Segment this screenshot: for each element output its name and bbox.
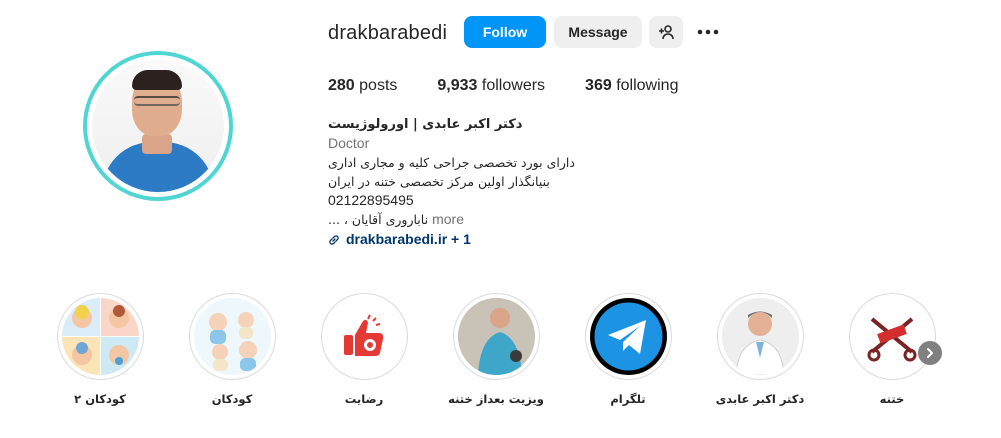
highlight-label: کودکان ۲ [74,392,126,406]
bio-line-1: دارای بورد تخصصی جراحی کلیه و مجاری ادار… [328,155,575,170]
highlight-ring [188,293,276,380]
follow-button[interactable]: Follow [464,16,546,48]
highlight-item[interactable]: دکتر اکبر عابدی [705,293,815,406]
highlight-item[interactable]: ویزیت بعداز ختنه [441,293,551,406]
bio-line-3: ناباروری آقایان ، ... [328,212,429,227]
profile-stats: 280 posts 9,933 followers 369 following [328,77,718,95]
bio-more-link[interactable]: more [432,211,464,227]
posts-count: 280 [328,77,355,94]
avatar-photo [92,60,224,192]
babies-illustration-icon [193,298,271,375]
highlights-next-button[interactable] [918,341,942,365]
bio-link-extra: + 1 [451,231,471,247]
highlight-item[interactable]: کودکان ۲ [45,293,155,406]
add-user-icon [659,25,674,40]
babies-collage-icon [61,298,139,375]
suggested-users-button[interactable] [649,16,683,48]
following-stat[interactable]: 369 following [585,77,678,95]
highlight-label: ختنه [879,392,905,406]
highlight-label: دکتر اکبر عابدی [715,392,805,406]
highlight-label: کودکان [211,392,253,406]
highlight-ring [452,293,540,380]
highlight-item[interactable]: رضایت [309,293,419,406]
bio-phone: 02122895495 [328,192,414,208]
link-icon [329,234,339,245]
highlight-label: تلگرام [610,392,646,406]
highlight-label: رضایت [344,392,384,406]
chevron-right-icon [927,348,933,358]
message-button[interactable]: Message [554,16,642,48]
following-label: following [616,77,679,94]
profile-avatar[interactable] [83,51,233,201]
followers-count: 9,933 [437,77,478,94]
scissors-illustration-icon [853,298,931,375]
following-count: 369 [585,77,612,94]
highlight-ring [320,293,408,380]
highlight-ring [584,293,672,380]
story-highlights: کودکان ۲ کودکان رضایت ویزیت بعداز ختنه ت… [45,293,965,413]
profile-bio: دکتر اکبر عابدی | اورولوژیست Doctor دارا… [328,115,748,249]
followers-label: followers [481,77,546,94]
more-options-icon[interactable] [696,20,720,44]
highlight-label: ویزیت بعداز ختنه [448,392,544,406]
highlight-ring [716,293,804,380]
bio-full-name: دکتر اکبر عابدی | اورولوژیست [328,117,523,132]
bio-line-3-row: ناباروری آقایان ، ... more [328,210,748,229]
thumbs-up-icon [325,298,403,375]
highlight-ring [56,293,144,380]
telegram-icon [589,298,667,375]
posts-label: posts [359,77,398,94]
doctor-visit-photo-icon [457,298,535,375]
bio-website-link[interactable]: drakbarabedi.ir + 1 [328,230,748,249]
profile-username: drakbarabedi [328,22,448,44]
posts-stat: 280 posts [328,77,397,95]
doctor-portrait-icon [721,298,799,375]
bio-category: Doctor [328,135,370,151]
bio-line-2: بنیانگذار اولین مرکز تخصصی ختنه در ایران [328,174,550,189]
highlight-ring [848,293,936,380]
highlight-item[interactable]: کودکان [177,293,287,406]
followers-stat[interactable]: 9,933 followers [437,77,545,95]
bio-link-text: drakbarabedi.ir [346,231,448,247]
highlight-item[interactable]: تلگرام [573,293,683,406]
